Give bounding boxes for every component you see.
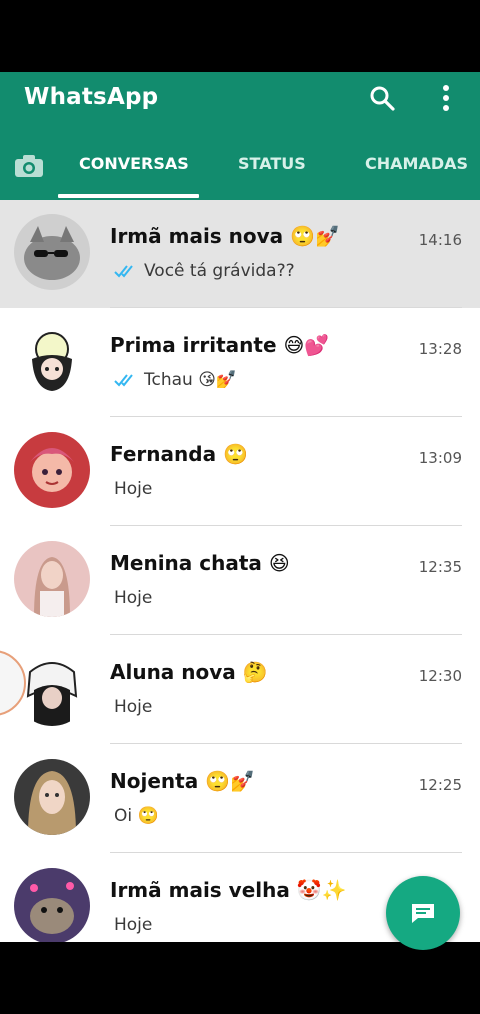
chat-time: 13:09 [418,449,462,467]
row-divider [110,852,462,853]
chat-row[interactable]: Nojenta 🙄💅 12:25 Oi 🙄 [0,745,480,853]
chat-time: 13:28 [418,340,462,358]
chat-preview: Você tá grávida?? [114,261,295,281]
app-bar: WhatsApp CONVERSAS STATUS CHAMADAS [0,72,480,200]
whatsapp-screen: WhatsApp CONVERSAS STATUS CHAMADAS Irmã … [0,72,480,942]
chat-name: Fernanda 🙄 [110,442,248,466]
app-title: WhatsApp [24,84,159,110]
chat-row[interactable]: Menina chata 😆 12:35 Hoje [0,527,480,635]
more-vert-icon[interactable] [440,84,452,112]
chat-preview-text: Tchau 😘💅 [144,370,238,390]
chat-row[interactable]: Aluna nova 🤔 12:30 Hoje [0,636,480,744]
avatar[interactable] [14,432,90,508]
chat-preview-text: Oi 🙄 [114,806,159,826]
chat-preview: Hoje [114,479,152,499]
active-tab-indicator [58,194,199,198]
chat-preview: Tchau 😘💅 [114,370,237,390]
chat-time: 12:35 [418,558,462,576]
row-divider [110,634,462,635]
avatar[interactable] [14,541,90,617]
tab-conversas[interactable]: CONVERSAS [79,154,189,173]
chat-time: 12:25 [418,776,462,794]
read-ticks-icon [114,265,133,278]
row-divider [110,416,462,417]
chat-preview: Hoje [114,697,152,717]
chat-row[interactable]: Fernanda 🙄 13:09 Hoje [0,418,480,526]
avatar[interactable] [14,323,90,399]
row-divider [110,525,462,526]
chat-name: Nojenta 🙄💅 [110,769,255,793]
row-divider [110,743,462,744]
chat-name: Irmã mais nova 🙄💅 [110,224,340,248]
chat-name: Prima irritante 😅💕 [110,333,330,357]
tab-status[interactable]: STATUS [238,154,306,173]
avatar[interactable] [14,868,90,942]
chat-preview-text: Hoje [114,697,153,717]
chat-time: 12:30 [418,667,462,685]
avatar[interactable] [14,759,90,835]
search-icon[interactable] [369,85,395,111]
chat-name: Aluna nova 🤔 [110,660,268,684]
new-chat-fab[interactable] [386,876,460,950]
read-ticks-icon [114,374,133,387]
chat-preview-text: Você tá grávida?? [144,261,295,281]
chat-preview: Oi 🙄 [114,806,159,826]
row-divider [110,307,462,308]
tab-chamadas[interactable]: CHAMADAS [365,154,468,173]
chat-preview: Hoje [114,588,152,608]
chat-preview: Hoje [114,915,152,935]
chat-preview-text: Hoje [114,915,153,935]
chat-preview-text: Hoje [114,479,153,499]
chat-name: Irmã mais velha 🤡✨ [110,878,347,902]
camera-icon[interactable] [14,154,44,178]
chat-name: Menina chata 😆 [110,551,290,575]
chat-row[interactable]: Prima irritante 😅💕 13:28 Tchau 😘💅 [0,309,480,417]
chat-preview-text: Hoje [114,588,153,608]
avatar[interactable] [14,214,90,290]
chat-row[interactable]: Irmã mais nova 🙄💅 14:16 Você tá grávida?… [0,200,480,308]
chat-time: 14:16 [418,231,462,249]
new-chat-icon [412,904,434,923]
